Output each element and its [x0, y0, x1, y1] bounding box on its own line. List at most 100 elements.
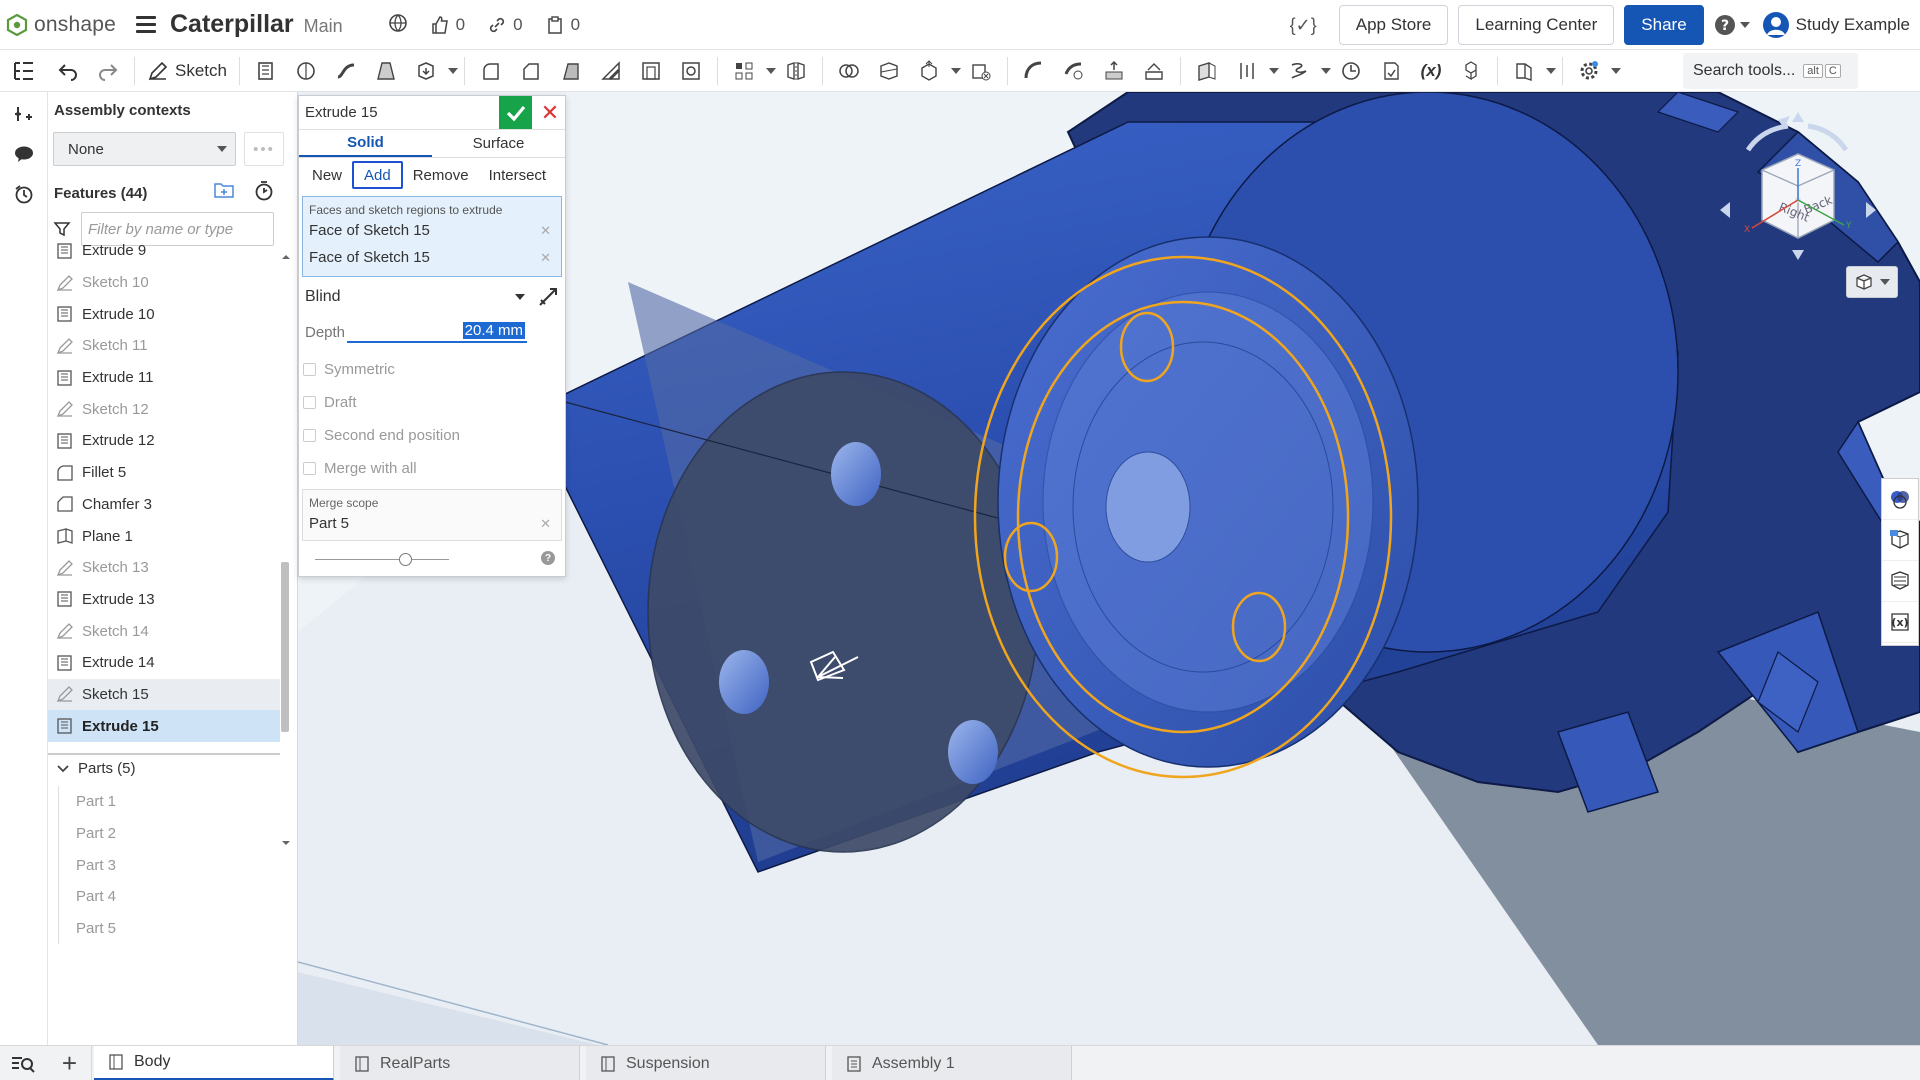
merge-scope-item[interactable]: Part 5 ✕ [303, 510, 561, 537]
plane-tool-icon[interactable] [1190, 53, 1224, 89]
variables-panel-icon[interactable]: (x) [1882, 602, 1918, 643]
chevron-down-icon[interactable] [1320, 67, 1331, 74]
variable-tool-icon[interactable]: (x) [1414, 53, 1448, 89]
remove-icon[interactable]: ✕ [540, 516, 551, 532]
links-counter[interactable]: 0 [487, 15, 523, 35]
feature-item-sketch-10[interactable]: Sketch 10 [48, 267, 280, 299]
chevron-down-icon[interactable] [1268, 67, 1279, 74]
boolean-tool-icon[interactable] [832, 53, 866, 89]
more-options-icon[interactable]: ••• [244, 132, 284, 166]
rib-tool-icon[interactable] [594, 53, 628, 89]
option-second-end-position[interactable]: Second end position [299, 419, 565, 452]
feature-item-sketch-14[interactable]: Sketch 14 [48, 615, 280, 647]
tab-body[interactable]: Body [94, 1046, 334, 1080]
appearance-icon[interactable] [1882, 479, 1918, 520]
add-tab-button[interactable]: + [48, 1046, 92, 1080]
draft-tool-icon[interactable] [554, 53, 588, 89]
accept-button[interactable] [499, 96, 532, 129]
chevron-down-icon[interactable] [1610, 67, 1621, 74]
selection-item[interactable]: Face of Sketch 15 ✕ [303, 244, 561, 271]
app-store-button[interactable]: App Store [1338, 5, 1449, 45]
feature-item-sketch-11[interactable]: Sketch 11 [48, 330, 280, 362]
chevron-down-icon[interactable] [1545, 67, 1556, 74]
scrollbar-thumb[interactable] [281, 562, 289, 732]
extrude-tool-icon[interactable] [249, 53, 283, 89]
feature-item-extrude-15[interactable]: Extrude 15 [48, 710, 280, 742]
branch-name[interactable]: Main [304, 16, 343, 37]
sketch-button[interactable]: Sketch [141, 60, 233, 82]
part-item[interactable]: Part 5 [76, 913, 116, 945]
search-history-icon[interactable] [10, 1052, 36, 1074]
chevron-down-icon[interactable] [950, 67, 961, 74]
cancel-button[interactable]: ✕ [535, 96, 565, 129]
derived-tool-icon[interactable] [1374, 53, 1408, 89]
view-cube[interactable]: Right Back Z X Y [1718, 110, 1878, 260]
parts-view-icon[interactable] [1882, 520, 1918, 561]
feature-item-extrude-12[interactable]: Extrude 12 [48, 425, 280, 457]
operation-remove-button[interactable]: Remove [403, 161, 479, 189]
settings-gear-icon[interactable] [1572, 53, 1606, 89]
user-menu[interactable]: Study Example [1762, 11, 1910, 39]
composite-part-icon[interactable] [1454, 53, 1488, 89]
remove-icon[interactable]: ✕ [540, 250, 551, 266]
part-item[interactable]: Part 2 [76, 818, 116, 850]
shell-tool-icon[interactable] [634, 53, 668, 89]
search-tools-input[interactable]: Search tools... alt C [1683, 53, 1858, 89]
document-title[interactable]: Caterpillar [170, 10, 294, 39]
option-symmetric[interactable]: Symmetric [299, 353, 565, 386]
feature-item-extrude-14[interactable]: Extrude 14 [48, 647, 280, 679]
feature-list-scrollbar[interactable] [279, 252, 291, 849]
move-face-icon[interactable] [1097, 53, 1131, 89]
learning-center-button[interactable]: Learning Center [1458, 5, 1615, 45]
tab-assembly-1[interactable]: Assembly 1 [832, 1046, 1072, 1080]
comments-icon[interactable] [0, 134, 48, 174]
add-folder-icon[interactable] [213, 180, 235, 200]
mirror-tool-icon[interactable] [779, 53, 813, 89]
feature-item-extrude-10[interactable]: Extrude 10 [48, 298, 280, 330]
part-item[interactable]: Part 4 [76, 881, 116, 913]
helix-tool-icon[interactable] [1282, 53, 1316, 89]
section-view-icon[interactable] [1882, 561, 1918, 602]
measure-tool-icon[interactable] [1334, 53, 1368, 89]
copies-counter[interactable]: 0 [545, 15, 580, 35]
fillet-tool-icon[interactable] [474, 53, 508, 89]
custom-features-icon[interactable]: {✓} [1290, 15, 1317, 36]
feature-item-extrude-9[interactable]: Extrude 9 [48, 235, 280, 267]
checkbox[interactable] [303, 363, 316, 376]
view-options-dropdown[interactable] [1846, 266, 1898, 298]
feature-item-extrude-13[interactable]: Extrude 13 [48, 584, 280, 616]
menu-icon[interactable] [135, 16, 156, 33]
sweep-tool-icon[interactable] [329, 53, 363, 89]
chevron-down-icon[interactable] [765, 67, 776, 74]
option-merge-with-all[interactable]: Merge with all [299, 452, 565, 485]
onshape-logo[interactable]: onshape [6, 13, 116, 37]
preview-slider-track[interactable] [315, 559, 449, 560]
end-type-select[interactable]: Blind [299, 277, 565, 317]
assembly-context-select[interactable]: None [53, 132, 236, 166]
tab-surface[interactable]: Surface [432, 130, 565, 157]
redo-icon[interactable] [91, 53, 125, 89]
pattern-tool-icon[interactable] [727, 53, 761, 89]
feature-item-fillet-5[interactable]: Fillet 5 [48, 457, 280, 489]
history-icon[interactable] [0, 174, 48, 214]
help-menu[interactable]: ? [1714, 14, 1750, 36]
selection-item[interactable]: Face of Sketch 15 ✕ [303, 217, 561, 244]
checkbox[interactable] [303, 429, 316, 442]
feature-item-extrude-11[interactable]: Extrude 11 [48, 362, 280, 394]
modify-fillet-icon[interactable] [1017, 53, 1051, 89]
transform-tool-icon[interactable] [912, 53, 946, 89]
part-item[interactable]: Part 3 [76, 849, 116, 881]
feature-item-chamfer-3[interactable]: Chamfer 3 [48, 489, 280, 521]
operation-new-button[interactable]: New [302, 161, 352, 189]
chevron-down-icon[interactable] [447, 67, 458, 74]
delete-face-icon[interactable] [1057, 53, 1091, 89]
operation-intersect-button[interactable]: Intersect [479, 161, 557, 189]
preview-slider-knob[interactable] [399, 553, 412, 566]
tab-realparts[interactable]: RealParts [340, 1046, 580, 1080]
parts-header[interactable]: Parts (5) [56, 760, 136, 777]
insert-mate-icon[interactable] [0, 94, 48, 134]
tab-solid[interactable]: Solid [299, 130, 432, 157]
share-button[interactable]: Share [1624, 5, 1704, 45]
hole-tool-icon[interactable] [674, 53, 708, 89]
rollback-timer-icon[interactable] [253, 180, 275, 202]
